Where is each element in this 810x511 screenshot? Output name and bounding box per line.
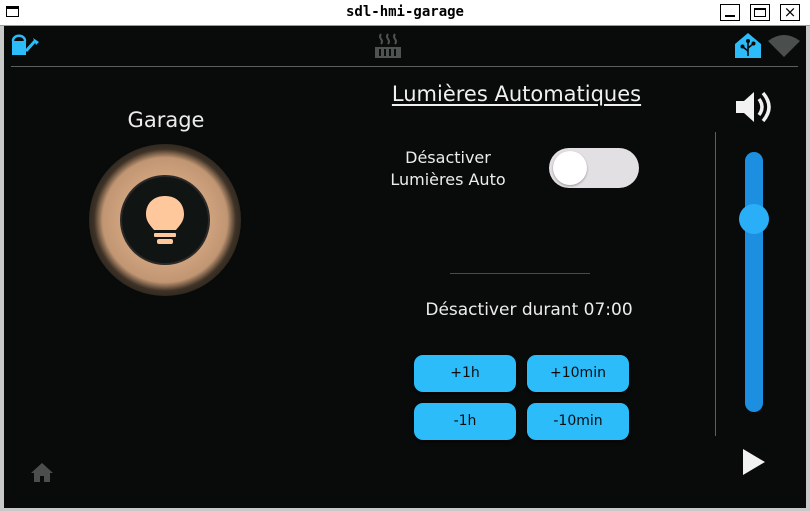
room-title: Garage xyxy=(127,108,205,132)
add-1h-button[interactable]: +1h xyxy=(414,355,516,392)
disable-duration-text: Désactiver durant 07:00 xyxy=(425,300,633,320)
right-panel-divider xyxy=(715,132,716,436)
lamp-toggle-button[interactable] xyxy=(120,175,210,265)
add-10min-button[interactable]: +10min xyxy=(527,355,629,392)
section-divider xyxy=(450,273,590,274)
speaker-icon[interactable] xyxy=(734,88,776,126)
wifi-icon[interactable] xyxy=(767,34,801,58)
subtract-1h-button[interactable]: -1h xyxy=(414,403,516,440)
subtract-10min-button[interactable]: -10min xyxy=(527,403,629,440)
play-icon[interactable] xyxy=(740,446,768,478)
home-icon[interactable] xyxy=(30,460,54,484)
window-title: sdl-hmi-garage xyxy=(345,4,464,20)
close-button[interactable]: × xyxy=(780,4,800,21)
home-assistant-icon[interactable] xyxy=(733,32,763,60)
toggle-label: Désactiver Lumières Auto xyxy=(378,147,518,191)
disable-auto-lights-toggle[interactable] xyxy=(549,148,639,188)
window-titlebar: sdl-hmi-garage × xyxy=(0,0,810,26)
maximize-button[interactable] xyxy=(750,4,770,21)
volume-slider-track[interactable] xyxy=(745,152,763,412)
minimize-button[interactable] xyxy=(720,4,740,21)
lightbulb-icon xyxy=(146,196,184,244)
toggle-label-line1: Désactiver xyxy=(405,148,491,167)
volume-slider-thumb[interactable] xyxy=(739,204,769,234)
watering-can-icon[interactable] xyxy=(10,32,40,58)
toggle-knob xyxy=(553,151,587,185)
status-bar-divider xyxy=(11,66,798,67)
toggle-label-line2: Lumières Auto xyxy=(390,170,506,189)
app-screen: Garage Lumières Automatiques Désactiver … xyxy=(4,26,806,508)
heater-icon xyxy=(375,33,401,58)
auto-lights-title: Lumières Automatiques xyxy=(391,82,642,106)
